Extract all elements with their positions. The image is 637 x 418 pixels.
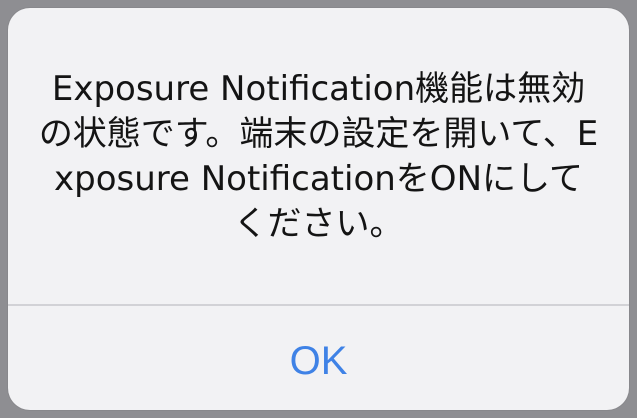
alert-body: Exposure Notification機能は無効の状態です。端末の設定を開い… [8,8,629,304]
ok-button[interactable]: OK [8,306,629,410]
alert-dialog: Exposure Notification機能は無効の状態です。端末の設定を開い… [8,8,629,410]
alert-message: Exposure Notification機能は無効の状態です。端末の設定を開い… [38,69,599,244]
ok-button-label: OK [289,338,348,383]
